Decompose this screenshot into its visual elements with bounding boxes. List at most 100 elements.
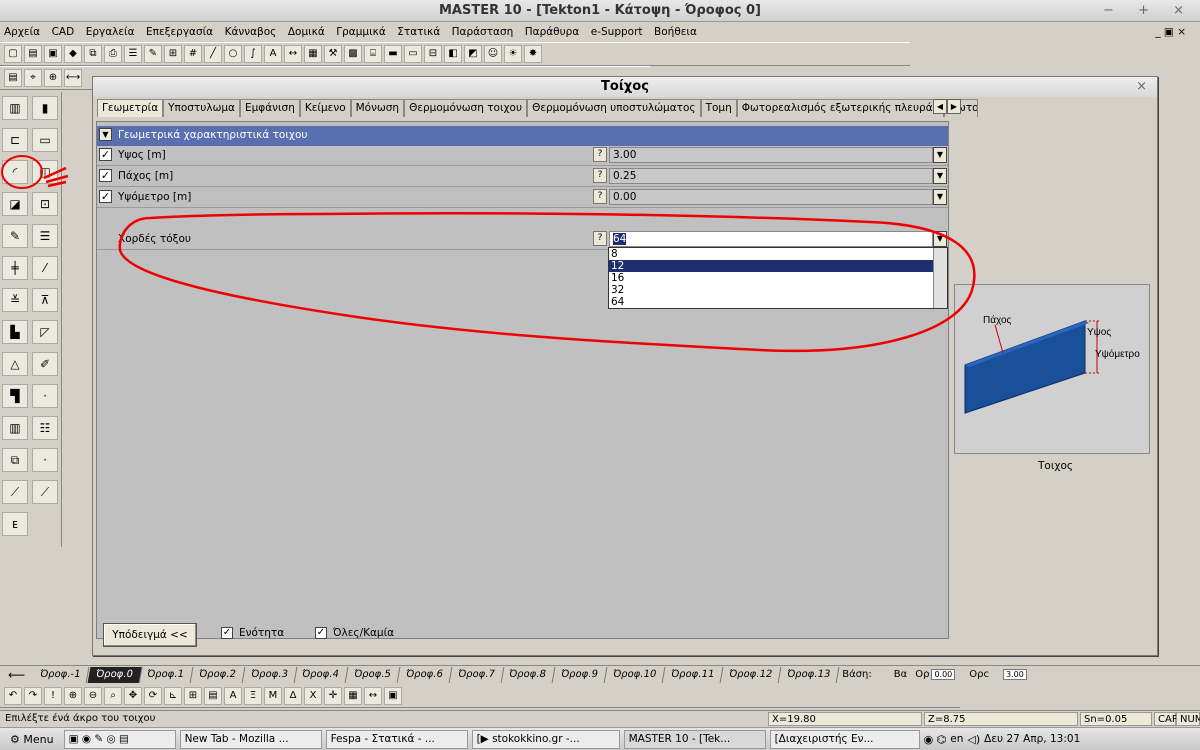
level-tool-icon[interactable]: ≚ (2, 288, 28, 312)
snap-grid-icon[interactable]: ⊞ (184, 686, 202, 705)
brush-tool-icon[interactable]: ✎ (2, 224, 28, 248)
floor-tab-10[interactable]: Όροφ.10 (604, 666, 666, 683)
height-dropdown-icon[interactable]: ▼ (933, 147, 947, 163)
undo-icon[interactable]: ↶ (4, 686, 22, 705)
menu-item-view[interactable]: Παράσταση (452, 22, 514, 42)
measure-icon[interactable]: ⟷ (64, 69, 82, 87)
text-m-icon[interactable]: M (264, 686, 282, 705)
window-controls[interactable]: − + × (1103, 0, 1194, 22)
copy-icon[interactable]: ⧉ (84, 45, 102, 63)
dimension2-icon[interactable]: ↔ (364, 686, 382, 705)
tab-appearance[interactable]: Εμφάνιση (239, 99, 300, 117)
menu-item-edit[interactable]: Επεξεργασία (146, 22, 213, 42)
floor-tab-0[interactable]: Όροφ.0 (87, 666, 142, 683)
sun-icon[interactable]: ✸ (524, 45, 542, 63)
text-b-icon[interactable]: Ξ (244, 686, 262, 705)
cut-tool-icon[interactable]: ⁄ (32, 256, 58, 280)
layer-icon[interactable]: ▤ (4, 69, 22, 87)
tab-photoreal-exterior[interactable]: Φωτορεαλισμός εξωτερικής πλευράς (736, 99, 944, 117)
hammer-icon[interactable]: ⚒ (324, 45, 342, 63)
elevation-value[interactable]: 0.00 (609, 189, 933, 205)
dialog-close-icon[interactable]: × (1136, 77, 1147, 97)
terrain-tool-icon[interactable]: △ (2, 352, 28, 376)
menu-item-tools[interactable]: Εργαλεία (86, 22, 135, 42)
height-help-button[interactable]: ? (593, 147, 607, 162)
eyedropper-red-icon[interactable]: ⟋ (32, 480, 58, 504)
save-icon[interactable]: ▣ (44, 45, 62, 63)
zoom-in-icon[interactable]: ⊕ (64, 686, 82, 705)
option-12-selected[interactable]: 12 (609, 260, 947, 272)
text-a-icon[interactable]: A (224, 686, 242, 705)
beam-tool-icon[interactable]: ⊏ (2, 128, 28, 152)
cad-icon[interactable]: ◆ (64, 45, 82, 63)
tray-icons[interactable]: ◉ ⌬ (924, 733, 947, 746)
thickness-dropdown-icon[interactable]: ▼ (933, 168, 947, 184)
person-icon[interactable]: ☺ (484, 45, 502, 63)
stairs-icon[interactable]: ⌸ (364, 45, 382, 63)
tab-column-thermal[interactable]: Θερμομόνωση υποστυλώματος (527, 99, 701, 117)
tab-geometry[interactable]: Γεωμετρία (97, 99, 164, 117)
height-value[interactable]: 3.00 (609, 147, 933, 163)
opening-tool-icon[interactable]: ◫ (32, 160, 58, 184)
zoom-window-icon[interactable]: ⌕ (104, 686, 122, 705)
3d-icon[interactable]: ◧ (444, 45, 462, 63)
block-icon[interactable]: ▣ (384, 686, 402, 705)
list-tool-icon[interactable]: ☷ (32, 416, 58, 440)
collapse-toggle[interactable]: ▼ (99, 128, 112, 141)
layer-toggle-icon[interactable]: ▤ (204, 686, 222, 705)
alert-icon[interactable]: ! (44, 686, 62, 705)
chords-value[interactable]: 64 (609, 231, 933, 247)
floor-tab-9[interactable]: Όροφ.9 (552, 666, 608, 683)
snap-icon[interactable]: ⌖ (24, 69, 42, 87)
hatch-icon[interactable]: ▦ (304, 45, 322, 63)
column-tool-icon[interactable]: ▮ (32, 96, 58, 120)
menu-item-help[interactable]: Βοήθεια (654, 22, 697, 42)
floor-tab-6[interactable]: Όροφ.6 (397, 666, 453, 683)
menu-item-files[interactable]: Αρχεία (4, 22, 40, 42)
thickness-checkbox[interactable]: ✓ (99, 169, 112, 182)
profile-tool-icon[interactable]: ▜ (2, 384, 28, 408)
tab-wall-thermal[interactable]: Θερμομόνωση τοιχου (404, 99, 528, 117)
grid-icon[interactable]: # (184, 45, 202, 63)
elevation-checkbox[interactable]: ✓ (99, 190, 112, 203)
window-tool-icon[interactable]: ⊡ (32, 192, 58, 216)
text-icon[interactable]: A (264, 45, 282, 63)
option-list-scrollbar[interactable] (933, 248, 947, 308)
zoom-icon[interactable]: ⊕ (44, 69, 62, 87)
open-folder-icon[interactable]: ▤ (24, 45, 42, 63)
redraw-icon[interactable]: ⟳ (144, 686, 162, 705)
floor-tab-8[interactable]: Όροφ.8 (501, 666, 556, 683)
arc-wall-tool-icon[interactable]: ◜ (2, 160, 28, 184)
menu-item-esupport[interactable]: e-Support (591, 22, 643, 42)
tab-right-icon[interactable]: ▶ (947, 99, 961, 114)
menu-item-windows[interactable]: Παράθυρα (525, 22, 580, 42)
floor-tab-5[interactable]: Όροφ.5 (345, 666, 401, 683)
text-x-icon[interactable]: X (304, 686, 322, 705)
cursor-icon[interactable]: ✛ (324, 686, 342, 705)
unity-checkbox[interactable]: ✓ Ενότητα (221, 627, 284, 639)
floor-tab-3[interactable]: Όροφ.3 (242, 666, 297, 683)
floor-tab-13[interactable]: Όροφ.13 (778, 666, 840, 683)
chords-help-button[interactable]: ? (593, 231, 607, 246)
menu-item-static[interactable]: Στατικά (397, 22, 440, 42)
keyboard-lang[interactable]: en (950, 733, 963, 745)
eyedropper-icon[interactable]: ⟋ (2, 480, 28, 504)
beam-icon[interactable]: ▬ (384, 45, 402, 63)
task-firefox[interactable]: New Tab - Mozilla ... (179, 729, 322, 749)
text-delta-icon[interactable]: Δ (284, 686, 302, 705)
start-menu[interactable]: ⚙ Menu (4, 733, 60, 746)
menu-item-cad[interactable]: CAD (52, 22, 75, 42)
table-icon[interactable]: ⊞ (164, 45, 182, 63)
elevation-help-button[interactable]: ? (593, 189, 607, 204)
menu-item-structural[interactable]: Δομικά (288, 22, 325, 42)
rail-tool-icon[interactable]: ╪ (2, 256, 28, 280)
ortho-icon[interactable]: ⊾ (164, 686, 182, 705)
option-64[interactable]: 64 (609, 296, 947, 308)
menu-item-grid[interactable]: Κάνναβος (225, 22, 277, 42)
wall-tool-icon[interactable]: ▥ (2, 96, 28, 120)
chords-dropdown-icon[interactable]: ▼ (933, 231, 947, 247)
task-fespa[interactable]: Fespa - Στατικά - ... (325, 729, 468, 749)
task-stokokkino[interactable]: [▶ stokokkino.gr -... (471, 729, 620, 749)
tab-insulation[interactable]: Μόνωση (350, 99, 405, 117)
mdi-controls[interactable]: _ ▣ × (1155, 22, 1186, 42)
